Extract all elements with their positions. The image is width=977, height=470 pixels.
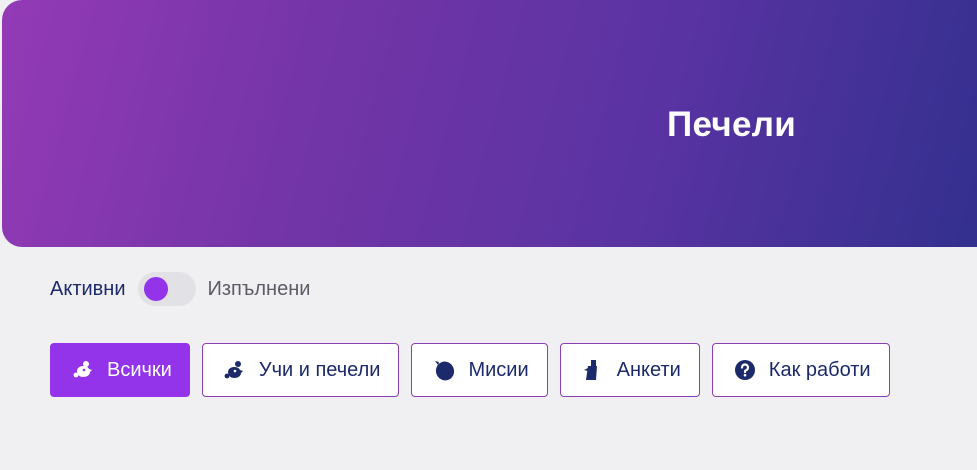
completed-label[interactable]: Изпълнени	[208, 278, 311, 301]
tab-label: Как работи	[768, 358, 871, 381]
tab-label: Учи и печели	[258, 358, 381, 381]
learn-earn-icon	[223, 358, 247, 382]
tab-label: Мисии	[468, 358, 529, 381]
tab-surveys[interactable]: Анкети	[559, 343, 700, 397]
tab-label: Всички	[107, 358, 172, 381]
question-icon	[733, 358, 757, 382]
active-label[interactable]: Активни	[50, 278, 126, 301]
page-title: Печели	[667, 105, 797, 144]
tab-missions[interactable]: Мисии	[411, 343, 548, 397]
toggle-knob	[143, 277, 168, 301]
status-toggle[interactable]	[137, 272, 196, 306]
tab-label: Анкети	[616, 358, 681, 381]
tab-how-it-works[interactable]: Как работи	[711, 343, 890, 397]
status-filter: Активни Изпълнени	[50, 270, 310, 308]
surveys-icon	[581, 358, 605, 382]
tab-all[interactable]: Всички	[50, 343, 190, 397]
tab-learn-and-earn[interactable]: Учи и печели	[201, 343, 400, 397]
all-icon	[71, 358, 95, 382]
category-tabs: Всички Учи и печели Мисии Анкети Как раб…	[50, 343, 902, 397]
hero-banner: Печели	[2, 0, 977, 247]
missions-icon	[432, 358, 456, 382]
